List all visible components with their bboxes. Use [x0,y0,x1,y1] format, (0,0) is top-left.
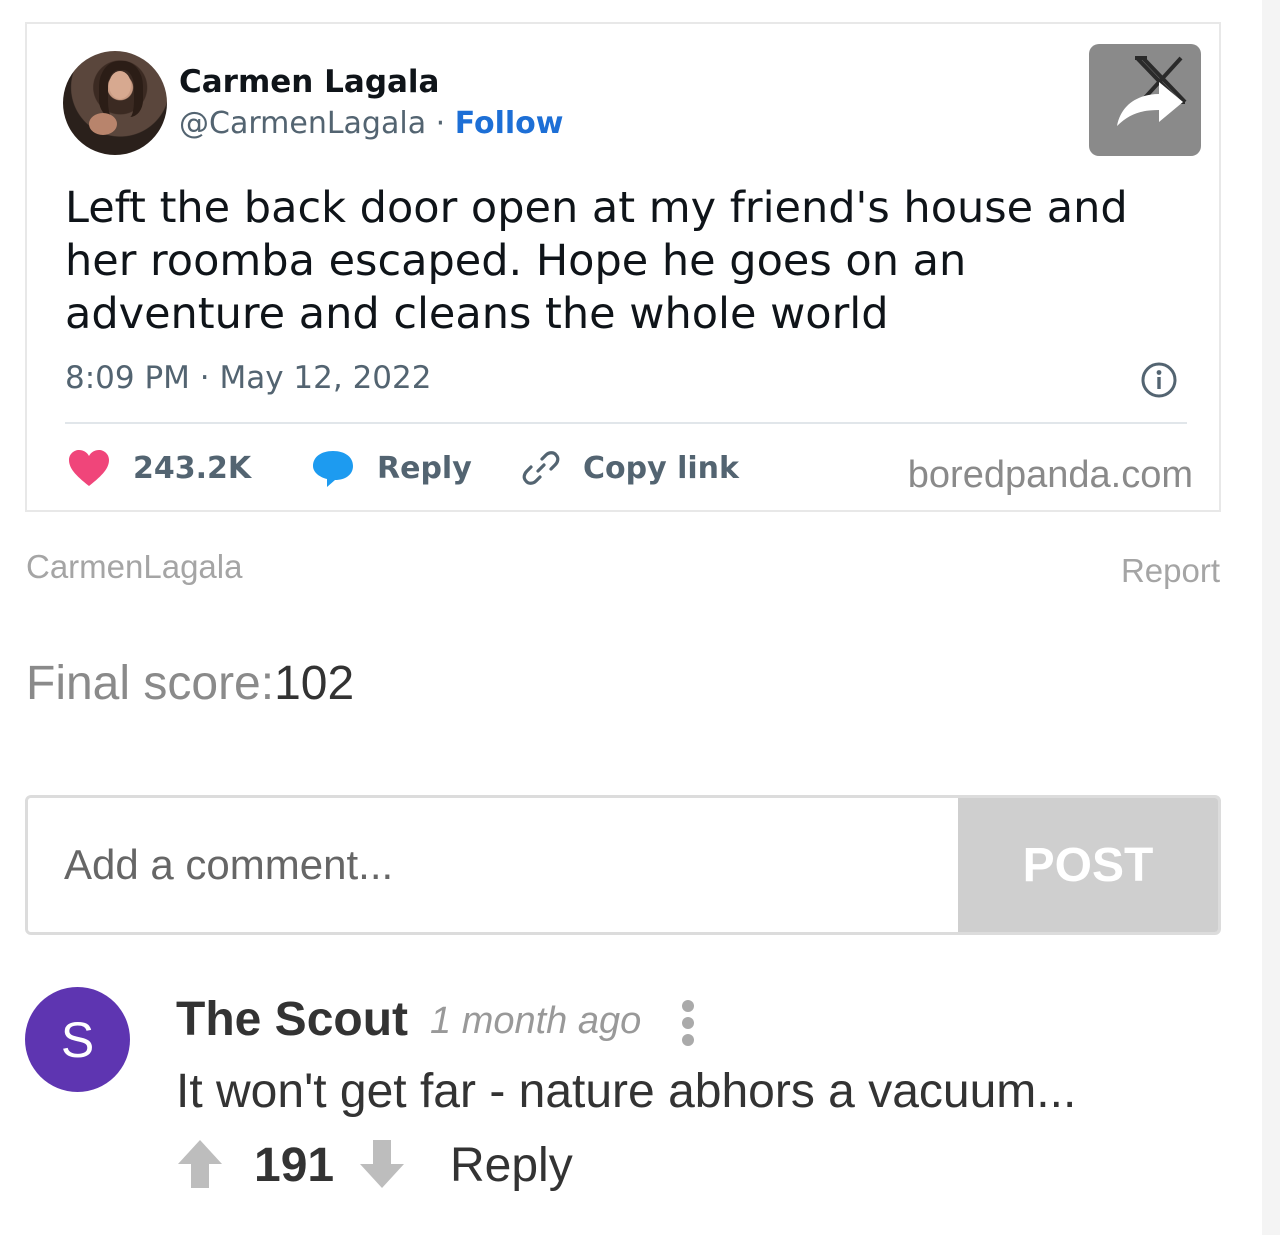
tweet-author-handle-row: @CarmenLagala · Follow [179,106,563,141]
tweet-timestamp[interactable]: 8:09 PM · May 12, 2022 [65,360,431,396]
tweet-divider [65,422,1187,424]
comment-bubble-icon [313,451,353,487]
copy-link-action[interactable]: Copy link [521,448,739,488]
more-options-icon[interactable] [676,998,700,1048]
handle-separator: · [426,106,455,141]
info-icon[interactable] [1139,360,1179,400]
comment-time: 1 month ago [430,1000,642,1042]
post-button[interactable]: POST [958,798,1218,932]
report-link[interactable]: Report [1121,552,1220,590]
final-score-value: 102 [274,657,355,710]
like-action[interactable]: 243.2K [67,448,251,488]
final-score: Final score:102 [26,656,354,711]
downvote-icon[interactable] [358,1138,406,1190]
comment-author[interactable]: The Scout [176,992,408,1047]
comment-score: 191 [254,1139,335,1192]
upvote-icon[interactable] [176,1138,224,1190]
x-share-button[interactable] [1089,44,1201,156]
scrollbar-track[interactable] [1262,0,1280,1235]
comment-input[interactable] [28,798,962,932]
image-credit[interactable]: CarmenLagala [26,548,242,586]
tweet-author-handle[interactable]: @CarmenLagala [179,106,426,141]
tweet-text: Left the back door open at my friend's h… [65,183,1128,339]
link-icon [522,451,560,485]
reply-action[interactable]: Reply [311,448,472,488]
final-score-label: Final score: [26,657,275,710]
comment-reply-button[interactable]: Reply [450,1138,573,1193]
copy-link-label: Copy link [583,450,739,486]
follow-link[interactable]: Follow [455,106,564,141]
comment-form: POST [25,795,1221,935]
tweet-author-name[interactable]: Carmen Lagala [179,64,439,100]
commenter-avatar[interactable]: S [25,987,130,1092]
reply-label: Reply [377,450,472,486]
comment-text: It won't get far - nature abhors a vacuu… [176,1065,1077,1118]
heart-icon [69,450,109,486]
tweet-author-avatar[interactable] [63,51,167,155]
source-domain[interactable]: boredpanda.com [908,454,1193,497]
embedded-tweet-card: Carmen Lagala @CarmenLagala · Follow Lef… [25,22,1221,512]
like-count: 243.2K [133,450,252,486]
